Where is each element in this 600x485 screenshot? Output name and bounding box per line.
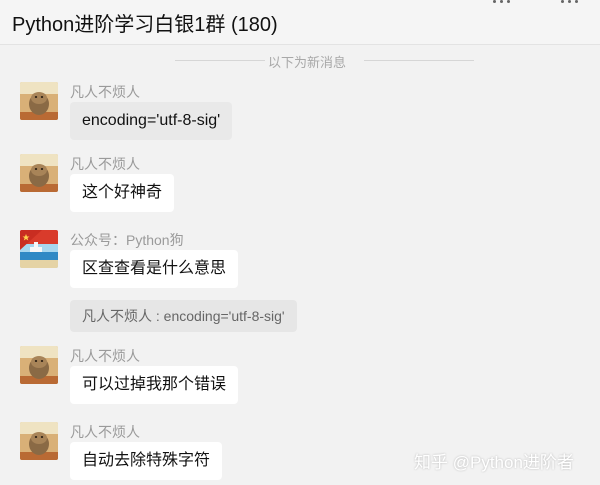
message-bubble[interactable]: 区查查看是什么意思 — [70, 250, 239, 288]
more-icon[interactable] — [492, 0, 512, 9]
cat-avatar[interactable] — [20, 346, 58, 384]
watermark-text: 知乎 @Python进阶者 — [414, 453, 574, 472]
cat-avatar[interactable] — [20, 422, 58, 460]
sender-name: 凡人不烦人 — [70, 424, 140, 440]
message-bubble[interactable]: encoding='utf-8-sig' — [70, 102, 233, 140]
window-menu-icon[interactable] — [560, 0, 580, 9]
flag-harbor-avatar[interactable] — [20, 230, 58, 268]
sender-name: 凡人不烦人 — [70, 84, 140, 100]
chat-header: Python进阶学习白银1群 (180) — [0, 0, 600, 45]
chat-title: Python进阶学习白银1群 (180) — [12, 14, 278, 36]
message-bubble[interactable]: 可以过掉我那个错误 — [70, 366, 239, 404]
cat-avatar[interactable] — [20, 82, 58, 120]
new-messages-divider: 以下为新消息 — [0, 52, 600, 70]
divider-line-left — [175, 60, 265, 61]
sender-name: 凡人不烦人 — [70, 348, 140, 364]
quoted-message[interactable]: 凡人不烦人 : encoding='utf-8-sig' — [70, 300, 297, 332]
cat-avatar[interactable] — [20, 154, 58, 192]
message-bubble[interactable]: 这个好神奇 — [70, 174, 175, 212]
divider-line-right — [364, 60, 474, 61]
message-bubble[interactable]: 自动去除特殊字符 — [70, 442, 223, 480]
sender-name: 公众号：Python狗 — [70, 232, 184, 248]
divider-text: 以下为新消息 — [268, 55, 347, 70]
sender-name: 凡人不烦人 — [70, 156, 140, 172]
chat-window: Python进阶学习白银1群 (180) 以下为新消息 凡人不烦人 encodi — [0, 0, 600, 485]
